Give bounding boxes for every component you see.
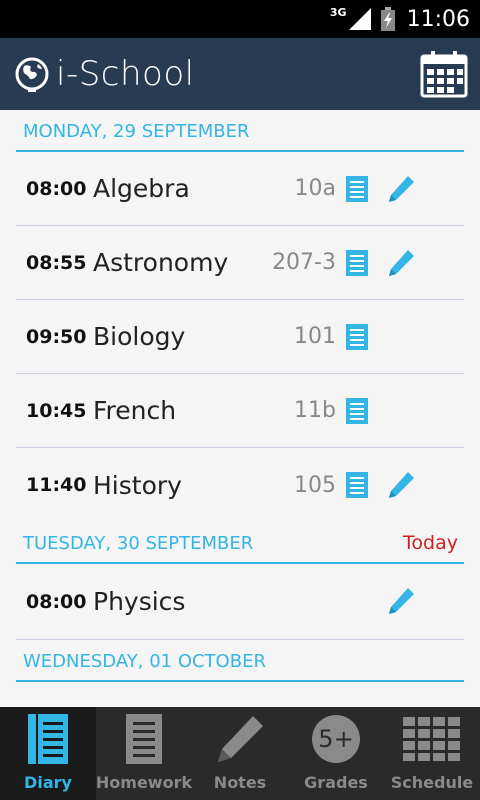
day-date: MONDAY, 29 SEPTEMBER <box>23 121 250 142</box>
nav-grades-label: Grades <box>304 773 368 792</box>
lesson-row[interactable]: 08:55 Astronomy 207-3 <box>16 226 464 300</box>
nav-schedule[interactable]: Schedule <box>384 707 480 800</box>
lesson-time: 10:45 <box>26 399 87 422</box>
lesson-room: 11b <box>294 398 336 423</box>
lesson-room: 105 <box>294 472 336 498</box>
lesson-time: 08:00 <box>26 177 87 200</box>
lesson-room: 10a <box>294 176 336 201</box>
homework-list-icon[interactable] <box>346 176 368 202</box>
homework-list-icon[interactable] <box>346 472 368 498</box>
schedule-icon <box>403 717 460 761</box>
clock: 11:06 <box>406 6 470 32</box>
pencil-icon[interactable] <box>386 470 416 500</box>
pencil-icon[interactable] <box>386 248 416 278</box>
lesson-time: 09:50 <box>26 325 87 348</box>
lesson-subject: Physics <box>93 587 186 616</box>
calendar-icon[interactable] <box>420 50 468 98</box>
lesson-row[interactable]: 09:50 Biology 101 <box>16 300 464 374</box>
homework-icon <box>126 714 162 764</box>
battery-icon <box>380 7 395 31</box>
day-header: WEDNESDAY, 01 OCTOBER <box>16 640 464 682</box>
lesson-subject: French <box>93 396 177 425</box>
day-date: WEDNESDAY, 01 OCTOBER <box>23 651 266 672</box>
grades-icon: 5+ <box>312 715 360 763</box>
lesson-time: 08:55 <box>26 251 87 274</box>
notes-icon <box>218 716 263 762</box>
lesson-row[interactable]: 10:45 French 11b <box>16 374 464 448</box>
lesson-subject: Biology <box>93 322 186 351</box>
nav-homework-label: Homework <box>95 773 193 792</box>
app-title: i-School <box>56 54 195 94</box>
day-header: TUESDAY, 30 SEPTEMBER Today <box>16 522 464 564</box>
lesson-time: 11:40 <box>26 474 87 496</box>
nav-grades[interactable]: 5+ Grades <box>288 707 384 800</box>
homework-list-icon[interactable] <box>346 324 368 350</box>
signal-icon <box>348 8 371 30</box>
lesson-row[interactable]: 11:40 History 105 <box>16 448 464 522</box>
nav-schedule-label: Schedule <box>390 773 474 792</box>
lesson-subject: Algebra <box>93 174 190 203</box>
app-bar: i-School <box>0 38 480 110</box>
nav-diary[interactable]: Diary <box>0 707 96 800</box>
lesson-row[interactable]: 08:00 Algebra 10a <box>16 152 464 226</box>
today-label: Today <box>403 532 458 554</box>
diary-list[interactable]: MONDAY, 29 SEPTEMBER 08:00 Algebra 10a 0… <box>0 110 480 707</box>
nav-homework[interactable]: Homework <box>96 707 192 800</box>
lesson-room: 207-3 <box>272 250 336 275</box>
globe-icon[interactable] <box>14 56 50 92</box>
nav-notes-label: Notes <box>213 773 267 792</box>
status-bar: 3G 11:06 <box>0 0 480 38</box>
lesson-row[interactable]: 08:00 Physics <box>16 564 464 640</box>
diary-icon <box>28 714 68 764</box>
lesson-time: 08:00 <box>26 590 87 613</box>
homework-list-icon[interactable] <box>346 398 368 424</box>
nav-notes[interactable]: Notes <box>192 707 288 800</box>
nav-diary-label: Diary <box>24 773 72 792</box>
pencil-icon[interactable] <box>386 174 416 204</box>
network-type: 3G <box>329 6 347 19</box>
bottom-nav: Diary Homework Notes 5+ Grades Schedule <box>0 707 480 800</box>
lesson-subject: Astronomy <box>93 248 229 277</box>
lesson-room: 101 <box>294 324 336 349</box>
day-date: TUESDAY, 30 SEPTEMBER <box>23 533 254 554</box>
lesson-subject: History <box>93 470 182 500</box>
homework-list-icon[interactable] <box>346 250 368 276</box>
day-header: MONDAY, 29 SEPTEMBER <box>16 110 464 152</box>
grades-badge: 5+ <box>318 725 354 753</box>
pencil-icon[interactable] <box>386 586 416 616</box>
